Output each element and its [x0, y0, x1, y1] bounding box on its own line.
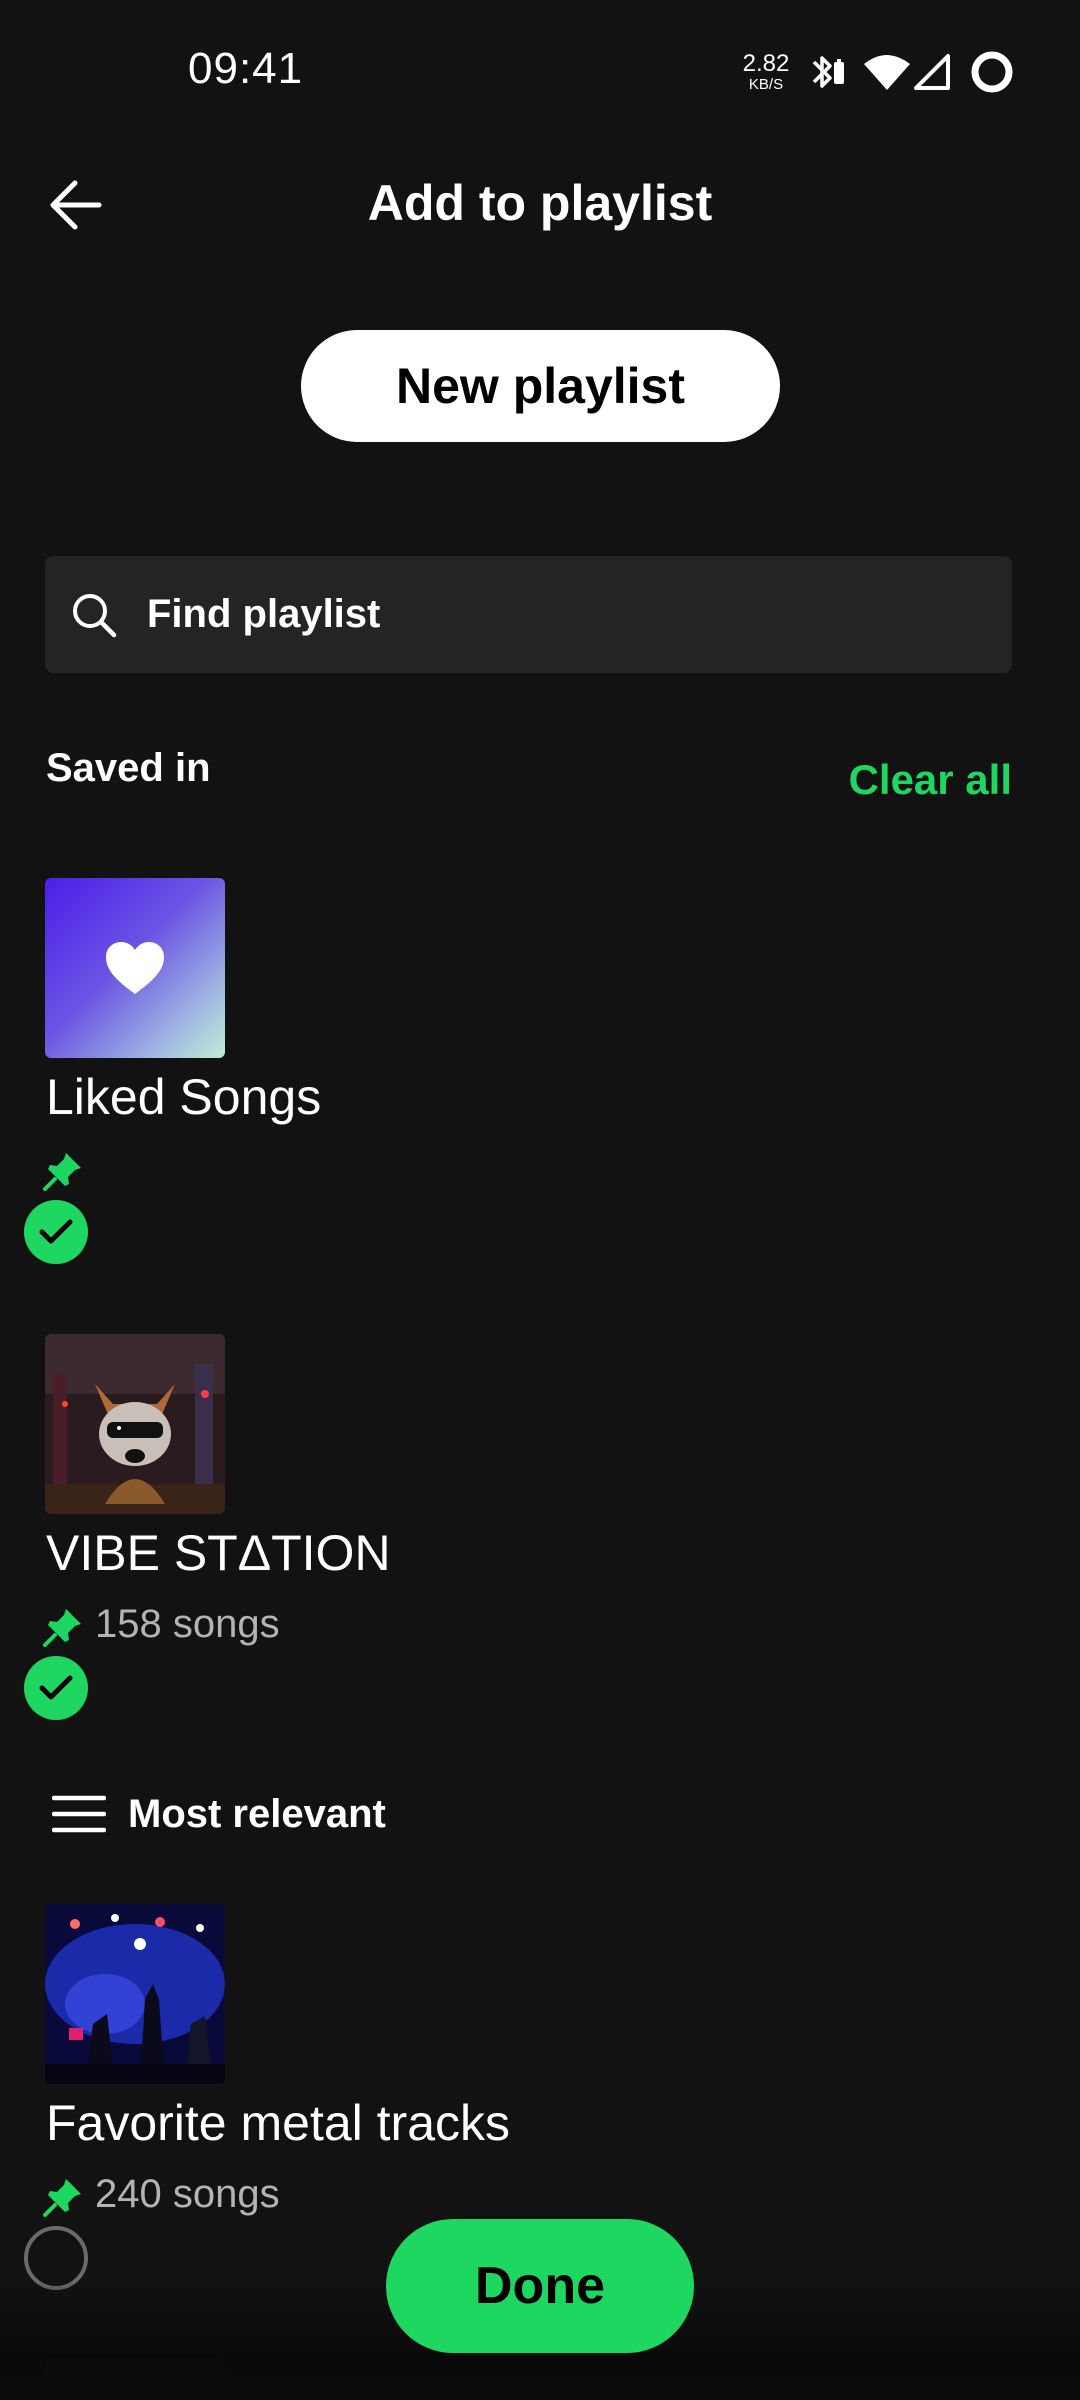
- network-speed-value: 2.82: [742, 50, 790, 77]
- vibe-station-check-toggle[interactable]: [24, 1656, 88, 1720]
- search-input[interactable]: [147, 556, 987, 673]
- favorite-metal-tracks-cover: [45, 1904, 225, 2084]
- liked-songs-cover: [45, 878, 225, 1058]
- song-count: 240 songs: [95, 2172, 280, 2216]
- pin-icon: [43, 2179, 81, 2217]
- bluetooth-icon: [812, 56, 844, 88]
- playlist-name: Liked Songs: [46, 1069, 322, 1125]
- pin-icon: [43, 1153, 81, 1191]
- liked-songs-check-toggle[interactable]: [24, 1200, 88, 1264]
- raccoon-artwork-icon: [45, 1334, 225, 1514]
- battery-ring-icon: [971, 51, 1013, 93]
- playlist-item-vibe-station[interactable]: VIBE STΔTION 158 songs: [0, 1334, 1080, 1724]
- vibe-station-cover: [45, 1334, 225, 1514]
- sort-lines-icon: [52, 1795, 106, 1833]
- heart-icon: [106, 942, 164, 994]
- find-playlist-search[interactable]: [45, 556, 1012, 673]
- playlist-name: Favorite metal tracks: [46, 2095, 511, 2151]
- pin-icon: [43, 1609, 81, 1647]
- status-time: 09:41: [188, 44, 304, 93]
- clear-all-button[interactable]: Clear all: [849, 756, 1012, 804]
- status-bar: 09:41 2.82 KB/S: [0, 0, 1080, 140]
- checkmark-icon: [39, 1675, 73, 1700]
- wifi-icon: [864, 55, 910, 90]
- playlist-name: VIBE STΔTION: [46, 1525, 391, 1581]
- new-playlist-button[interactable]: New playlist: [301, 330, 780, 442]
- network-speed-unit: KB/S: [748, 76, 784, 93]
- search-icon: [73, 594, 117, 638]
- signal-icon: [914, 54, 950, 90]
- checkmark-icon: [39, 1219, 73, 1244]
- done-button[interactable]: Done: [386, 2219, 694, 2353]
- playlist-item-liked-songs[interactable]: Liked Songs: [0, 878, 1080, 1268]
- song-count: 158 songs: [95, 1602, 280, 1646]
- add-to-playlist-screen: 09:41 2.82 KB/S Add to playlist New play…: [0, 0, 1080, 2400]
- network-speed: 2.82 KB/S: [740, 50, 792, 93]
- sort-dropdown[interactable]: Most relevant: [52, 1786, 386, 1842]
- concert-artwork-icon: [45, 1904, 225, 2084]
- sort-label: Most relevant: [128, 1791, 386, 1836]
- saved-in-heading: Saved in: [46, 746, 211, 790]
- page-title: Add to playlist: [367, 175, 713, 231]
